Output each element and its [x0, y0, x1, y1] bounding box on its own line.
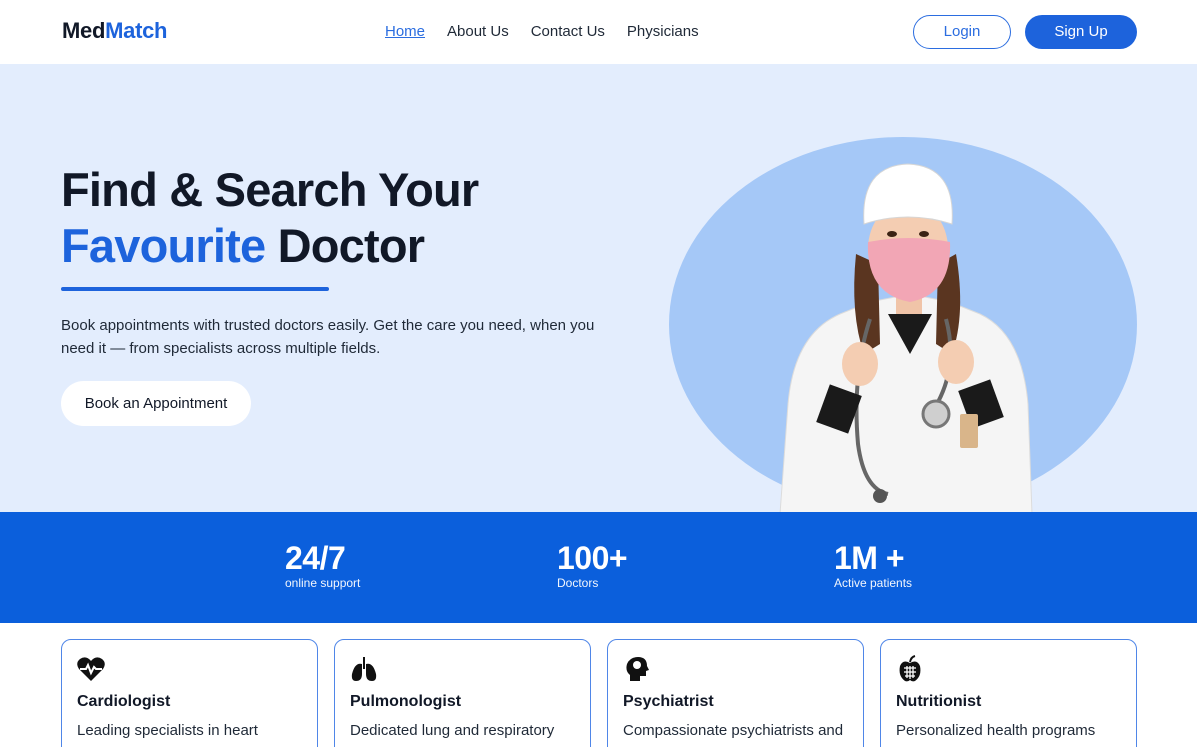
card-text: Dedicated lung and respiratory	[350, 722, 555, 739]
specialty-cards: Cardiologist Leading specialists in hear…	[61, 639, 1137, 747]
stat-label: online support	[285, 576, 361, 590]
stat-doctors: 100+ Doctors	[557, 540, 628, 590]
nav-link-physicians[interactable]: Physicians	[627, 23, 699, 40]
hero-description: Book appointments with trusted doctors e…	[61, 317, 595, 357]
stat-label: Active patients	[834, 576, 913, 590]
lungs-icon	[351, 657, 377, 681]
brand-text-accent: Match	[105, 18, 168, 43]
hero-title-accent: Favourite	[61, 219, 266, 272]
card-text: Compassionate psychiatrists and	[623, 722, 844, 739]
brand-text-primary: Med	[62, 18, 106, 43]
hero-divider	[61, 287, 329, 291]
doctor-illustration	[779, 163, 1033, 512]
top-navbar: MedMatch Home About Us Contact Us Physic…	[0, 0, 1197, 64]
card-psychiatrist[interactable]: Psychiatrist Compassionate psychiatrists…	[607, 639, 864, 747]
card-title: Cardiologist	[77, 693, 171, 710]
card-pulmonologist[interactable]: Pulmonologist Dedicated lung and respira…	[334, 639, 591, 747]
book-appointment-button[interactable]: Book an Appointment	[61, 381, 251, 426]
card-text: Leading specialists in heart	[77, 722, 258, 739]
stat-value: 24/7	[285, 540, 346, 576]
stat-value: 1M +	[834, 540, 905, 576]
hero-title-rest: Doctor	[265, 219, 425, 272]
card-title: Pulmonologist	[350, 693, 462, 710]
stat-label: Doctors	[557, 576, 599, 590]
nav-links: Home About Us Contact Us Physicians	[385, 23, 699, 40]
hero-section: Find & Search Your Favourite Doctor Book…	[0, 64, 1197, 512]
apple-icon	[899, 655, 921, 682]
signup-button[interactable]: Sign Up	[1025, 15, 1137, 49]
login-button[interactable]: Login	[913, 15, 1011, 49]
stat-patients: 1M + Active patients	[834, 540, 912, 590]
heart-pulse-icon	[77, 657, 105, 681]
card-text: Personalized health programs	[896, 722, 1096, 739]
brain-head-icon	[626, 657, 649, 681]
card-nutritionist[interactable]: Nutritionist Personalized health program…	[880, 639, 1137, 747]
card-title: Nutritionist	[896, 693, 982, 710]
card-cardiologist[interactable]: Cardiologist Leading specialists in hear…	[61, 639, 318, 747]
nav-link-home[interactable]: Home	[385, 23, 425, 40]
stat-value: 100+	[557, 540, 628, 576]
stats-bar: 24/7 online support 100+ Doctors 1M + Ac…	[0, 512, 1197, 623]
hero-title: Find & Search Your Favourite Doctor	[61, 162, 479, 274]
brand-logo[interactable]: MedMatch	[62, 18, 167, 44]
hero-title-line1: Find & Search Your	[61, 163, 479, 216]
stat-support: 24/7 online support	[285, 540, 360, 590]
nav-link-contact[interactable]: Contact Us	[531, 23, 605, 40]
nav-link-about[interactable]: About Us	[447, 23, 509, 40]
card-title: Psychiatrist	[623, 693, 714, 710]
